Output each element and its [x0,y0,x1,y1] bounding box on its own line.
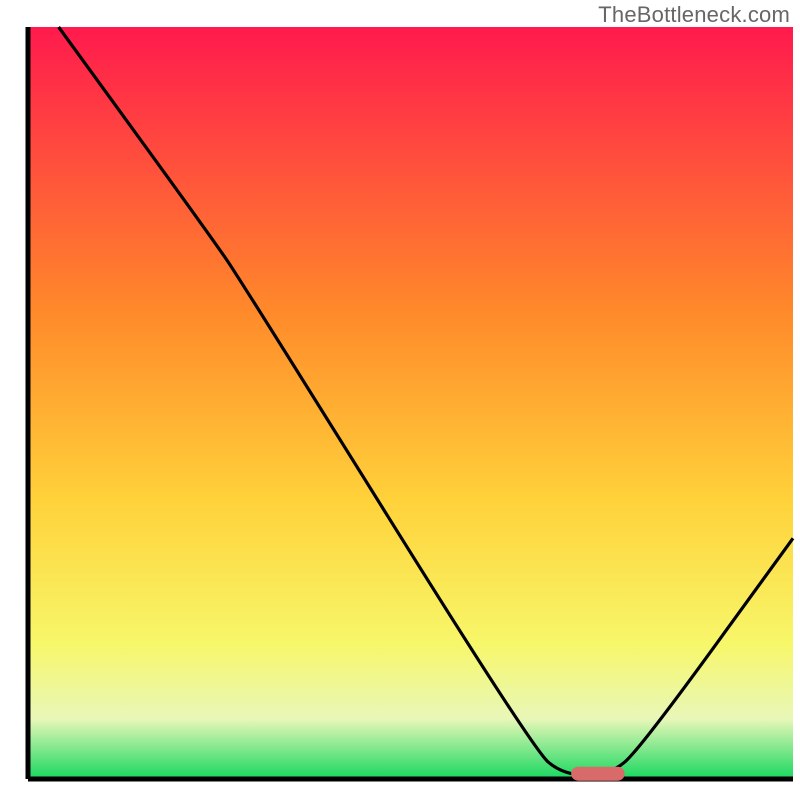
watermark-text: TheBottleneck.com [598,2,790,28]
bottleneck-chart [0,0,800,800]
optimum-marker [571,767,625,781]
plot-background [28,27,793,779]
